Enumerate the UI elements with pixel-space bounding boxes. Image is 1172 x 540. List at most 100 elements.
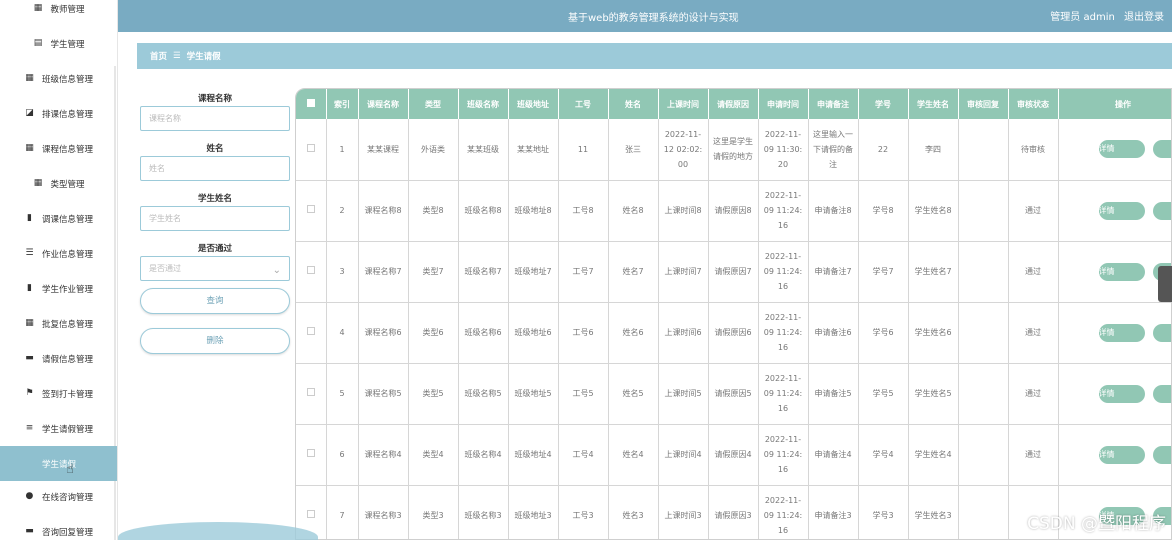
detail-button[interactable]: 详情 <box>1098 323 1145 342</box>
table-cell: 2022-11-09 11:24:16 <box>758 485 809 539</box>
column-header: 申请时间 <box>758 89 809 119</box>
bar-chart-icon: ▮ <box>27 283 32 293</box>
table-cell: 班级名称7 <box>458 241 509 303</box>
table-cell: 班级名称3 <box>458 485 509 539</box>
name-input[interactable]: 姓名 <box>140 156 290 181</box>
sidebar-item[interactable]: ▬ 咨询回复管理 <box>0 514 117 540</box>
table-cell: 工号6 <box>558 302 609 364</box>
detail-button[interactable]: 详情 <box>1098 201 1145 220</box>
table-cell: 课程名称3 <box>358 485 409 539</box>
table-cell: 姓名3 <box>608 485 659 539</box>
detail-button[interactable]: 详情 <box>1098 262 1145 281</box>
table-cell: 请假原因4 <box>708 424 759 486</box>
sidebar-item[interactable]: ▦ 类型管理 <box>0 166 117 201</box>
table-cell: 工号8 <box>558 180 609 242</box>
table-cell: 工号4 <box>558 424 609 486</box>
pass-status-select[interactable]: 是否通过 <box>140 256 290 282</box>
row-checkbox[interactable] <box>306 327 315 335</box>
row-checkbox[interactable] <box>306 510 315 518</box>
row-checkbox-cell[interactable] <box>296 241 327 303</box>
more-action-button[interactable] <box>1152 201 1171 220</box>
student-name-input[interactable]: 学生姓名 <box>140 206 290 231</box>
course-name-input[interactable]: 课程名称 <box>140 106 290 131</box>
table-cell: 待审核 <box>1008 119 1059 181</box>
delete-button[interactable]: 删除 <box>140 328 290 354</box>
more-action-button[interactable] <box>1152 445 1171 464</box>
row-checkbox[interactable] <box>306 388 315 396</box>
breadcrumb-current: 学生请假 <box>186 52 221 62</box>
inbox-icon: ▬ <box>25 353 34 363</box>
detail-button[interactable]: 详情 <box>1098 384 1145 403</box>
sidebar-item-label: 咨询回复管理 <box>41 527 93 538</box>
table-header-row: 索引 课程名称 类型 班级名称 班级地址 工号 姓名 上课时间 请假原因 申请时间 申请备注 学号 学生… <box>296 89 1171 119</box>
grid-icon: ▦ <box>25 73 34 83</box>
watermark: CSDN @暨阳程序 <box>1027 514 1166 534</box>
sidebar-item[interactable]: ▬ 请假信息管理 <box>0 341 117 376</box>
sidebar-item[interactable]: ▤ 学生管理 <box>0 26 117 61</box>
side-drawer-handle[interactable] <box>1158 266 1172 302</box>
sidebar-item-label: 调课信息管理 <box>41 214 93 225</box>
more-action-button[interactable] <box>1152 323 1171 342</box>
sidebar-item[interactable]: ▦ 班级信息管理 <box>0 61 117 96</box>
query-button[interactable]: 查询 <box>140 288 290 314</box>
flag-icon: ⚑ <box>25 388 34 398</box>
row-checkbox[interactable] <box>306 143 315 152</box>
sidebar-item[interactable]: ▦ 课程信息管理 <box>0 131 117 166</box>
table-row[interactable]: 2 课程名称8 类型8 班级名称8 班级地址8 工号8 姓名8 上课时间8 请假原因8 2022-… <box>296 180 1171 242</box>
breadcrumb-home[interactable]: 首页 <box>150 50 167 62</box>
column-header: 工号 <box>558 89 609 119</box>
sidebar-item[interactable]: ≡ 学生请假管理 <box>0 411 117 446</box>
logout-link[interactable]: 退出登录 <box>1124 12 1164 23</box>
more-action-button[interactable] <box>1152 140 1171 159</box>
sidebar: ▦ 教师管理 ▤ 学生管理 ▦ 班级信息管理 ◪ 排课信息管理 ▦ 课程信息管理 ▦ 类型管理 ▮ 调课信… <box>0 0 118 540</box>
table-row[interactable]: 1 某某课程 外语类 某某班级 某某地址 11 张三 2022-11-12 02:02:00 这… <box>296 119 1171 181</box>
table-row[interactable]: 5 课程名称5 类型5 班级名称5 班级地址5 工号5 姓名5 上课时间5 请假原因5 2022-… <box>296 363 1171 425</box>
table-cell: 通过 <box>1008 241 1059 303</box>
sidebar-item[interactable]: ▮ 调课信息管理 <box>0 201 117 236</box>
table-cell: 上课时间6 <box>658 302 709 364</box>
sidebar-item[interactable]: ◪ 排课信息管理 <box>0 96 117 131</box>
table-cell: 2022-11-09 11:24:16 <box>758 424 809 486</box>
row-checkbox-cell[interactable] <box>296 302 327 364</box>
actions-cell: 详情 <box>1058 302 1171 364</box>
table-cell: 3 <box>326 241 359 303</box>
table-cell <box>958 180 1009 242</box>
table-cell: 2 <box>326 180 359 242</box>
table-cell: 上课时间4 <box>658 424 709 486</box>
search-form: 课程名称 课程名称 姓名 姓名 学生姓名 学生姓名 是否通过 是否通过 查询 删… <box>140 92 290 354</box>
grid-icon: ▦ <box>33 178 43 188</box>
row-checkbox[interactable] <box>306 449 315 457</box>
sidebar-item-label: 排课信息管理 <box>41 109 93 120</box>
column-header: 班级名称 <box>458 89 509 119</box>
sidebar-item[interactable]: 学生请假 <box>0 446 117 481</box>
leave-table: 索引 课程名称 类型 班级名称 班级地址 工号 姓名 上课时间 请假原因 申请时间 申请备注 学号 学生… <box>295 88 1172 540</box>
sidebar-item[interactable]: ▦ 教师管理 <box>0 0 117 26</box>
column-header: 上课时间 <box>658 89 709 119</box>
table-row[interactable]: 4 课程名称6 类型6 班级名称6 班级地址6 工号6 姓名6 上课时间6 请假原因6 2022-… <box>296 302 1171 364</box>
row-checkbox[interactable] <box>306 205 315 213</box>
more-action-button[interactable] <box>1152 384 1171 403</box>
detail-button[interactable]: 详情 <box>1098 445 1145 464</box>
row-checkbox-cell[interactable] <box>296 363 327 425</box>
detail-button[interactable]: 详情 <box>1098 140 1145 159</box>
table-cell: 学生姓名5 <box>908 363 959 425</box>
table-cell: 课程名称4 <box>358 424 409 486</box>
chart-line-icon: ◪ <box>25 108 34 118</box>
sidebar-item[interactable]: ▦ 批复信息管理 <box>0 306 117 341</box>
select-all-checkbox[interactable] <box>306 99 315 107</box>
sidebar-item[interactable]: ▮ 学生作业管理 <box>0 271 117 306</box>
sidebar-item[interactable]: ☰ 作业信息管理 <box>0 236 117 271</box>
table-row[interactable]: 6 课程名称4 类型4 班级名称4 班级地址4 工号4 姓名4 上课时间4 请假原因4 2022-… <box>296 424 1171 486</box>
table-row[interactable]: 3 课程名称7 类型7 班级名称7 班级地址7 工号7 姓名7 上课时间7 请假原因7 2022-… <box>296 241 1171 303</box>
sidebar-item[interactable]: ● 在线咨询管理 <box>0 479 117 514</box>
select-all-checkbox-cell[interactable] <box>296 89 327 119</box>
row-checkbox-cell[interactable] <box>296 424 327 486</box>
column-header: 类型 <box>408 89 459 119</box>
row-checkbox[interactable] <box>306 266 315 274</box>
table-cell: 申请备注8 <box>808 180 859 242</box>
row-checkbox-cell[interactable] <box>296 119 327 181</box>
sidebar-item[interactable]: ⚑ 签到打卡管理 <box>0 376 117 411</box>
column-header: 申请备注 <box>808 89 859 119</box>
actions-cell: 详情 <box>1058 180 1171 242</box>
row-checkbox-cell[interactable] <box>296 180 327 242</box>
